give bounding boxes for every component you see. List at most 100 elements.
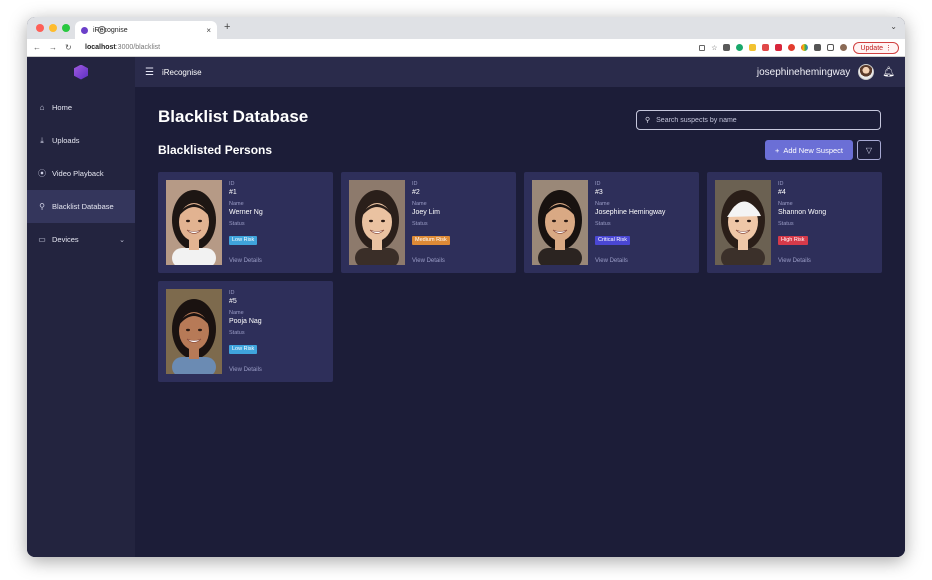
sidebar-item-video-playback[interactable]: ⦿ Video Playback bbox=[27, 157, 135, 190]
plus-icon: + bbox=[774, 145, 780, 155]
tab-strip: iRecognise × + ⌄ bbox=[27, 17, 905, 39]
suspect-photo bbox=[166, 180, 222, 265]
update-button[interactable]: Update ⋮ bbox=[853, 41, 899, 54]
bookmark-star-icon[interactable]: ☆ bbox=[711, 44, 717, 52]
site-info-icon[interactable]: i bbox=[98, 26, 106, 34]
maximize-window-button[interactable] bbox=[62, 24, 70, 32]
suspect-info: ID #1 Name Werner Ng Status Low Risk bbox=[229, 181, 327, 246]
id-label: ID bbox=[412, 181, 418, 187]
person-icon: ⚲ bbox=[39, 202, 45, 211]
nav-buttons: ← → ↻ bbox=[33, 43, 85, 52]
app-logo[interactable] bbox=[27, 57, 135, 87]
sidebar-item-label: Blacklist Database bbox=[52, 202, 114, 211]
url-host: localhost bbox=[85, 44, 116, 51]
status-badge: Low Risk bbox=[229, 345, 258, 354]
extension-icon[interactable] bbox=[723, 44, 731, 51]
suspect-photo bbox=[349, 180, 405, 265]
suspect-card[interactable]: ID #4 Name Shannon Wong Status High Risk View … bbox=[707, 172, 882, 273]
status-label: Status bbox=[595, 221, 611, 227]
back-arrow-icon[interactable]: ← bbox=[33, 43, 41, 52]
status-badge: Critical Risk bbox=[595, 236, 631, 245]
suspect-card[interactable]: ID #3 Name Josephine Hemingway Status Critica… bbox=[524, 172, 699, 273]
extension-icon[interactable] bbox=[775, 44, 783, 51]
puzzle-icon[interactable] bbox=[814, 44, 822, 51]
chevron-down-icon[interactable]: ⌄ bbox=[119, 236, 125, 244]
url-field[interactable]: i localhost:3000/blacklist bbox=[85, 26, 699, 54]
suspect-name: Joey Lim bbox=[412, 209, 441, 216]
sidebar: ⌂ Home ⤓ Uploads ⦿ Video Playback ⚲ Blacklist D… bbox=[27, 57, 135, 557]
sidebar-item-home[interactable]: ⌂ Home bbox=[27, 91, 135, 124]
extension-icon[interactable] bbox=[736, 44, 744, 51]
suspect-photo bbox=[532, 180, 588, 265]
filter-button[interactable]: ▽ bbox=[857, 140, 881, 160]
minimize-window-button[interactable] bbox=[49, 24, 57, 32]
window-controls bbox=[36, 24, 70, 32]
extension-icon[interactable] bbox=[788, 44, 796, 51]
address-bar: ← → ↻ i localhost:3000/blacklist ☆ Updat… bbox=[27, 26, 905, 57]
suspect-id: #2 bbox=[412, 189, 420, 196]
suspect-card[interactable]: ID #5 Name Pooja Nag Status Low Risk View Deta… bbox=[158, 281, 333, 382]
forward-arrow-icon[interactable]: → bbox=[49, 43, 57, 52]
sidebar-item-label: Video Playback bbox=[52, 169, 104, 178]
id-label: ID bbox=[229, 181, 235, 187]
view-details-link[interactable]: View Details bbox=[595, 258, 628, 264]
status-label: Status bbox=[778, 221, 794, 227]
view-details-link[interactable]: View Details bbox=[229, 367, 262, 373]
id-label: ID bbox=[778, 181, 784, 187]
extension-icon[interactable] bbox=[801, 44, 809, 51]
suspect-name: Shannon Wong bbox=[778, 209, 827, 216]
status-label: Status bbox=[229, 221, 245, 227]
device-icon: ▭ bbox=[38, 235, 46, 244]
tab-search-chevron-icon[interactable]: ⌄ bbox=[890, 22, 897, 31]
suspect-card[interactable]: ID #1 Name Werner Ng Status Low Risk View Deta… bbox=[158, 172, 333, 273]
suspect-name: Werner Ng bbox=[229, 209, 263, 216]
menu-toggle-icon[interactable]: ☰ bbox=[145, 67, 154, 78]
sidepanel-icon[interactable] bbox=[827, 44, 835, 51]
section-title: Blacklisted Persons bbox=[158, 143, 273, 157]
brand-name: iRecognise bbox=[161, 67, 202, 77]
suspect-photo bbox=[166, 289, 222, 374]
browser-tab[interactable]: iRecognise × bbox=[75, 21, 217, 39]
tab-close-icon[interactable]: × bbox=[206, 26, 211, 35]
app: ⌂ Home ⤓ Uploads ⦿ Video Playback ⚲ Blacklist D… bbox=[27, 57, 905, 557]
bell-icon[interactable]: 🔔︎ bbox=[882, 67, 895, 78]
suspect-card[interactable]: ID #2 Name Joey Lim Status Medium Risk View De… bbox=[341, 172, 516, 273]
share-icon[interactable] bbox=[699, 44, 706, 51]
extension-icon[interactable] bbox=[762, 44, 770, 51]
sidebar-item-uploads[interactable]: ⤓ Uploads bbox=[27, 124, 135, 157]
extension-icon[interactable] bbox=[749, 44, 757, 51]
suspect-id: #4 bbox=[778, 189, 786, 196]
id-label: ID bbox=[595, 181, 601, 187]
search-box[interactable]: ⚲ bbox=[636, 110, 881, 130]
name-label: Name bbox=[229, 201, 244, 207]
status-label: Status bbox=[412, 221, 428, 227]
username[interactable]: josephinehemingway bbox=[757, 67, 850, 78]
status-label: Status bbox=[229, 330, 245, 336]
suspect-photo bbox=[715, 180, 771, 265]
view-details-link[interactable]: View Details bbox=[229, 258, 262, 264]
sidebar-item-blacklist-database[interactable]: ⚲ Blacklist Database bbox=[27, 190, 135, 223]
view-details-link[interactable]: View Details bbox=[412, 258, 445, 264]
search-input[interactable] bbox=[656, 116, 857, 124]
home-icon: ⌂ bbox=[39, 103, 45, 112]
suspect-info: ID #5 Name Pooja Nag Status Low Risk bbox=[229, 290, 327, 355]
close-window-button[interactable] bbox=[36, 24, 44, 32]
add-suspect-button[interactable]: + Add New Suspect bbox=[765, 140, 853, 160]
sidebar-item-devices[interactable]: ▭ Devices ⌄ bbox=[27, 223, 135, 256]
status-badge: High Risk bbox=[778, 236, 808, 245]
view-details-link[interactable]: View Details bbox=[778, 258, 811, 264]
name-label: Name bbox=[778, 201, 793, 207]
suspect-id: #5 bbox=[229, 298, 237, 305]
browser-window: iRecognise × + ⌄ ← → ↻ i localhost:3000/… bbox=[27, 17, 905, 557]
suspect-id: #1 bbox=[229, 189, 237, 196]
suspect-info: ID #4 Name Shannon Wong Status High Risk bbox=[778, 181, 876, 246]
hexagon-logo-icon bbox=[74, 64, 88, 80]
avatar[interactable] bbox=[858, 64, 875, 80]
main-area: ☰ iRecognise josephinehemingway 🔔︎ Black… bbox=[135, 57, 905, 557]
profile-avatar-icon[interactable] bbox=[840, 44, 848, 51]
reload-icon[interactable]: ↻ bbox=[65, 43, 72, 52]
new-tab-button[interactable]: + bbox=[224, 21, 230, 33]
sidebar-nav: ⌂ Home ⤓ Uploads ⦿ Video Playback ⚲ Blacklist D… bbox=[27, 91, 135, 256]
tab-title: iRecognise bbox=[93, 26, 128, 34]
suspect-info: ID #2 Name Joey Lim Status Medium Risk bbox=[412, 181, 510, 246]
